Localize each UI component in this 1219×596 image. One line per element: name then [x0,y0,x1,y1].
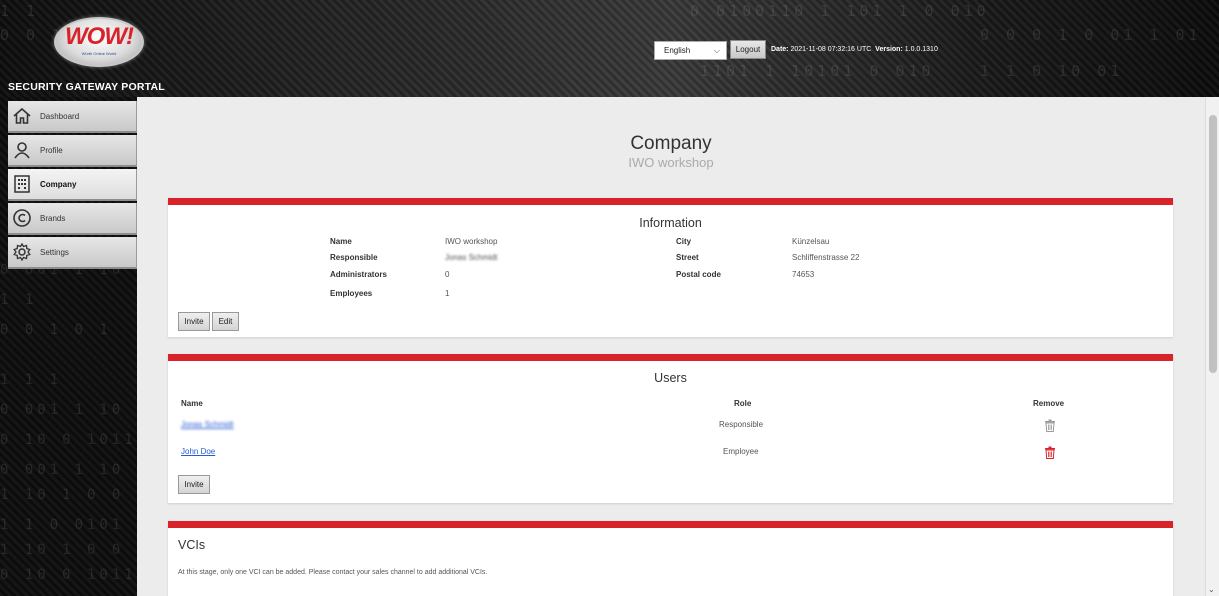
users-title: Users [654,371,687,385]
invite-user-button[interactable]: Invite [178,475,210,494]
column-header-remove: Remove [1033,399,1065,408]
binary-decoration: 1 1 [0,2,40,20]
information-card: Information Name IWO workshop Responsibl… [168,198,1173,337]
invite-company-button[interactable]: Invite [178,312,210,331]
logo-text: WOW! [65,23,134,50]
binary-decoration: 1 1 0 0101 [0,517,125,533]
chevron-down-icon: ⌵ [713,46,720,55]
info-label-employees: Employees [330,289,373,298]
header-info: Date: 2021-11-08 07:32:16 UTC Version: 1… [771,46,938,53]
sidebar-item-label: Company [40,180,77,189]
language-select[interactable]: English ⌵ [654,41,727,60]
wow-logo[interactable]: WOW! Würth Online World [54,17,144,67]
sidebar-item-label: Settings [40,248,69,257]
binary-decoration: 0 0 1 0 1 [0,322,112,338]
info-value-street: Schliffenstrasse 22 [792,253,860,262]
info-value-responsible: Jonas Schmidt [445,253,498,262]
vcis-notice: At this stage, only one VCI can be added… [178,569,488,576]
binary-decoration: 0 10 0 1011 [0,567,137,583]
sidebar-item-label: Profile [40,146,63,155]
user-name-link[interactable]: Jonas Schmidt [181,420,233,429]
page-subtitle: IWO workshop [628,155,714,170]
sidebar-item-label: Dashboard [40,112,80,121]
binary-decoration: 1 10 1 0 0 [0,487,125,503]
binary-decoration: 0 10 0 1011 [0,432,137,448]
vcis-card: VCIs At this stage, only one VCI can be … [168,521,1173,596]
binary-decoration: 1 10 1 0 0 [0,542,125,558]
sidebar-item-settings[interactable]: Settings [8,237,137,269]
info-label-administrators: Administrators [330,270,387,279]
column-header-role: Role [734,399,752,408]
user-name-link[interactable]: John Doe [181,447,215,456]
trash-icon [1045,419,1055,432]
page-title: Company [630,133,712,154]
sidebar-item-profile[interactable]: Profile [8,135,137,167]
user-icon [14,142,30,159]
top-header: 1 1 0 0 1 0 0100110 1 101 1 0 010 1101 1… [0,0,1219,97]
page-scrollbar[interactable]: ⌄ [1205,97,1219,596]
info-label-responsible: Responsible [330,253,378,262]
sidebar-item-label: Brands [40,214,66,223]
language-value: English [664,46,691,55]
binary-decoration: 0 0 0 1 0 01 1 01 [980,26,1202,44]
building-icon [14,175,30,193]
sidebar-item-dashboard[interactable]: Dashboard [8,101,137,133]
date-label: Date: [771,46,789,53]
binary-decoration: 1 1 0 10 01 [980,62,1124,80]
info-label-street: Street [676,253,699,262]
binary-decoration: 1 1 1 [0,372,63,388]
binary-decoration: 1 1 [0,292,38,308]
gear-icon [13,242,31,262]
vcis-title: VCIs [178,538,206,552]
trash-icon[interactable] [1044,446,1056,459]
info-value-employees: 1 [445,289,450,298]
users-card: Users Name Role Remove Jonas Schmidt Res… [168,354,1173,503]
portal-title: SECURITY GATEWAY PORTAL [8,81,165,93]
info-value-postal-code: 74653 [792,270,815,279]
edit-company-button[interactable]: Edit [212,312,239,331]
date-value: 2021-11-08 07:32:16 UTC [790,46,872,53]
binary-decoration: 1101 1 10101 0 010 [700,62,935,80]
binary-decoration: 0 0100110 1 101 1 0 010 [690,2,990,20]
binary-decoration: 0 001 1 10 [0,462,125,478]
info-value-name: IWO workshop [445,237,498,246]
logout-button[interactable]: Logout [730,40,766,59]
main-content: Company IWO workshop Information Name IW… [137,97,1205,596]
user-role: Employee [723,447,759,456]
home-icon [13,107,31,124]
sidebar-item-company[interactable]: Company [8,169,137,201]
info-label-name: Name [330,237,352,246]
version-value: 1.0.0.1310 [904,46,938,53]
logo-subtitle: Würth Online World [81,51,117,56]
column-header-name: Name [181,399,203,408]
info-label-city: City [676,237,692,246]
sidebar-item-brands[interactable]: Brands [8,203,137,235]
binary-decoration: 0 001 1 10 [0,402,125,418]
version-label: Version: [875,46,903,53]
info-value-city: Künzelsau [792,237,830,246]
copyright-icon [13,209,31,227]
user-role: Responsible [719,420,764,429]
info-value-administrators: 0 [445,270,450,279]
sidebar: 0 001 1 10 1 1 0 0 1 0 1 1 1 1 0 001 1 1… [0,97,137,596]
information-title: Information [639,216,702,230]
scroll-down-icon[interactable]: ⌄ [1208,585,1215,594]
info-label-postal-code: Postal code [676,270,721,279]
scrollbar-thumb[interactable] [1209,115,1217,373]
